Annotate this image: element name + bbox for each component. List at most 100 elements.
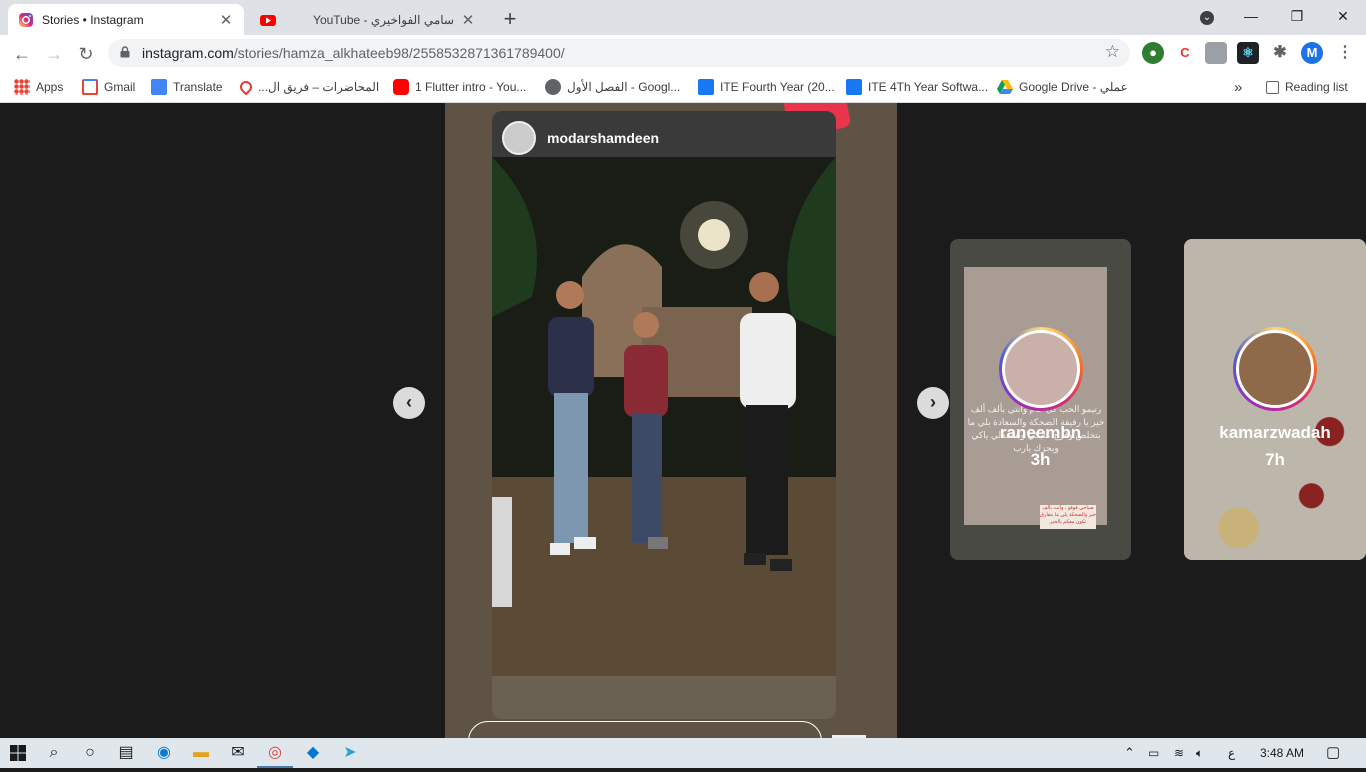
file-explorer-icon[interactable]: ▬ [183, 738, 219, 768]
react-devtools-icon[interactable]: ⚛ [1237, 42, 1259, 64]
bookmark-gmail[interactable]: Gmail [82, 78, 135, 96]
show-hidden-icons-chevron-icon[interactable]: ⌃ [1124, 738, 1135, 768]
bookmark-label: Apps [36, 80, 64, 94]
cortana-icon[interactable]: ○ [72, 738, 108, 768]
story-card[interactable]: modarshamdeen [492, 111, 836, 719]
search-icon[interactable]: ⌕ [36, 738, 72, 768]
notifications-icon[interactable]: ▢ [1326, 738, 1340, 768]
bookmark-ite-4th-year-software[interactable]: ITE 4Th Year Softwa... [846, 78, 988, 96]
tab-close-icon[interactable]: ✕ [460, 11, 476, 29]
story-preview-raneembn[interactable]: رتيمو الحب كل عام وانتي بألف ألف خير يا … [950, 239, 1131, 560]
battery-icon[interactable]: ▭ [1148, 738, 1159, 768]
preview-username: raneembn [999, 423, 1082, 442]
start-button[interactable] [0, 738, 36, 768]
profile-avatar[interactable]: M [1301, 42, 1323, 64]
extension-puzzle-photo-icon[interactable] [1205, 42, 1227, 64]
preview-avatar-ring [1233, 327, 1317, 411]
reading-list-label: Reading list [1285, 80, 1348, 94]
story-header: modarshamdeen [492, 111, 836, 157]
instagram-icon [19, 12, 33, 27]
preview-avatar [1001, 330, 1080, 408]
bookmark-apps[interactable]: Apps [14, 78, 63, 96]
chevron-down-icon: ⌄ [1200, 11, 1214, 25]
bookmark-flutter-intro[interactable]: 1 Flutter intro - You... [393, 78, 526, 96]
clock-time[interactable]: 3:48 AM [1260, 738, 1304, 768]
story-preview-kamarzwadah[interactable]: kamarzwadah 7h [1184, 239, 1366, 560]
bookmark-label: 1 Flutter intro - You... [415, 80, 527, 94]
bookmark-label: Gmail [104, 80, 136, 94]
windows-logo-icon [10, 745, 26, 761]
close-window-button[interactable]: ✕ [1320, 4, 1366, 28]
translate-icon [151, 79, 167, 95]
url-text: instagram.com/stories/hamza_alkhateeb98/… [142, 45, 565, 61]
bookmark-lectures[interactable]: المحاضرات – فريق ال... [237, 78, 380, 96]
new-tab-button[interactable]: + [498, 6, 522, 32]
extension-c-icon[interactable]: C [1174, 42, 1196, 64]
bookmark-label: ITE Fourth Year (20... [720, 80, 835, 94]
extension-globe-icon[interactable]: ● [1142, 42, 1164, 64]
story-photo-image [492, 157, 836, 676]
address-bar[interactable]: instagram.com/stories/hamza_alkhateeb98/… [108, 39, 1130, 67]
youtube-icon [393, 79, 409, 95]
bookmark-label: Translate [173, 80, 223, 94]
preview-sticker: صباحي فوفو ، وانت بألف خير والضحكة يلي م… [1040, 505, 1096, 529]
forward-button[interactable]: → [40, 40, 68, 68]
bookmark-label: الفصل الأول - Googl... [567, 80, 681, 94]
windows-taskbar: ⌕ ○ ▤ ◉ ▬ ✉ ◎ ◆ ➤ ⌃ ▭ ≋ 🔈︎ ع 3:48 AM ▢ [0, 738, 1366, 768]
bookmark-label: المحاضرات – فريق ال... [258, 80, 380, 94]
bookmark-ite-fourth-year[interactable]: ITE Fourth Year (20... [698, 78, 835, 96]
previous-story-button[interactable]: ‹ [393, 387, 425, 419]
next-story-button[interactable]: › [917, 387, 949, 419]
bookmark-google-drive[interactable]: Google Drive - عملي [997, 78, 1128, 96]
minimize-button[interactable]: — [1228, 4, 1274, 28]
extensions-puzzle-icon[interactable]: ✱ [1269, 42, 1291, 64]
preview-username: kamarzwadah [1219, 423, 1331, 442]
tab-title: Stories • Instagram [42, 12, 144, 27]
drive-icon [997, 80, 1013, 94]
bookmark-translate[interactable]: Translate [151, 78, 223, 96]
person-right [740, 272, 796, 571]
task-view-icon[interactable]: ▤ [108, 738, 144, 768]
reload-button[interactable]: ↻ [72, 40, 100, 68]
bookmark-label: ITE 4Th Year Softwa... [868, 80, 989, 94]
lock-icon [120, 46, 130, 58]
mail-icon[interactable]: ✉ [220, 738, 256, 768]
preview-avatar [1236, 330, 1314, 408]
story-photo [492, 157, 836, 676]
bookmark-first-semester[interactable]: الفصل الأول - Googl... [545, 78, 680, 96]
bookmarks-bar: Apps Gmail Translate المحاضرات – فريق ال… [0, 71, 1366, 103]
reading-list-button[interactable]: Reading list [1266, 78, 1348, 96]
wifi-icon[interactable]: ≋ [1174, 738, 1184, 768]
tab-strip: Stories • Instagram ✕ سامي الفواخيري - Y… [0, 0, 1366, 35]
maximize-button[interactable]: ❐ [1274, 4, 1320, 28]
story-user-avatar[interactable] [502, 121, 536, 155]
facebook-icon [846, 79, 862, 95]
gmail-icon [82, 79, 98, 95]
menu-kebab-icon[interactable]: ⋮ [1334, 42, 1356, 64]
input-language[interactable]: ع [1228, 738, 1235, 768]
reply-input[interactable] [468, 721, 822, 738]
tab-search-button[interactable]: ⌄ [1184, 4, 1230, 28]
bookmark-star-icon[interactable]: ☆ [1105, 42, 1120, 62]
back-button[interactable]: ← [8, 40, 36, 68]
story-username[interactable]: modarshamdeen [547, 130, 659, 146]
url-host: instagram.com [142, 45, 234, 61]
apps-grid-icon [14, 79, 30, 95]
bookmark-label: Google Drive - عملي [1019, 80, 1128, 94]
vscode-icon[interactable]: ◆ [295, 738, 331, 768]
drop-icon [237, 78, 255, 96]
facebook-icon [698, 79, 714, 95]
volume-icon[interactable]: 🔈︎ [1196, 738, 1203, 768]
reading-list-icon [1266, 80, 1279, 94]
tab-instagram-stories[interactable]: Stories • Instagram ✕ [8, 4, 244, 35]
preview-time: 3h [1030, 450, 1051, 469]
bookmarks-overflow-button[interactable]: » [1234, 78, 1242, 96]
tab-close-icon[interactable]: ✕ [218, 11, 234, 29]
edge-icon[interactable]: ◉ [146, 738, 182, 768]
preview-time: 7h [1265, 450, 1285, 469]
tab-title: سامي الفواخيري - YouTube [313, 12, 454, 27]
chrome-icon[interactable]: ◎ [257, 738, 293, 768]
telegram-icon[interactable]: ➤ [332, 738, 368, 768]
tab-youtube[interactable]: سامي الفواخيري - YouTube ✕ [250, 4, 486, 35]
preview-avatar-ring [998, 327, 1083, 411]
